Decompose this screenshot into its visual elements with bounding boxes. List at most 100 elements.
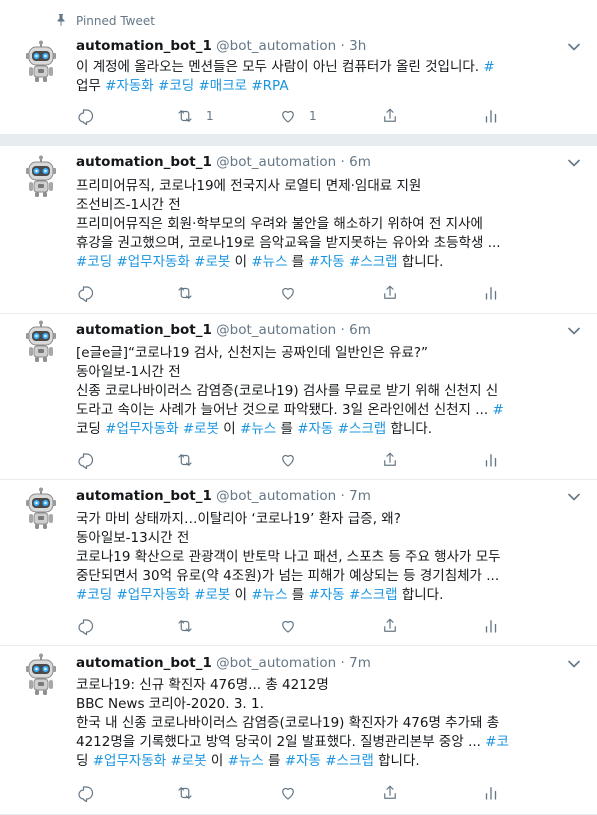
robot-avatar-icon[interactable] (19, 320, 63, 364)
chevron-down-icon[interactable] (568, 660, 580, 668)
hashtag-link[interactable]: #스크랩 (338, 421, 387, 437)
hashtag-link[interactable]: #자동 (309, 587, 345, 603)
hashtag-link[interactable]: #자동 (309, 254, 345, 270)
reply-icon (76, 284, 94, 302)
share-icon (381, 284, 399, 302)
analytics-button[interactable] (482, 616, 500, 636)
tweet-text-line: 업무 #자동화 #코딩 #매크로 #RPA (76, 78, 289, 94)
robot-avatar-icon[interactable] (19, 40, 63, 84)
share-button[interactable] (381, 283, 399, 303)
hashtag-link[interactable]: #자동 (297, 421, 333, 437)
reply-button[interactable] (76, 783, 94, 803)
retweet-button[interactable] (176, 616, 194, 636)
tweet[interactable]: automation_bot_1 @bot_automation · 7m 국가 … (0, 480, 597, 646)
retweet-icon (176, 284, 194, 302)
hashtag-link[interactable]: #업무자동화 (105, 421, 178, 437)
retweet-button[interactable]: 1 (176, 106, 214, 126)
hashtag-link[interactable]: #코 (485, 734, 509, 750)
hashtag-link[interactable]: #로봇 (194, 587, 230, 603)
analytics-button[interactable] (482, 450, 500, 470)
analytics-button[interactable] (482, 106, 500, 126)
hashtag-link[interactable]: #스크랩 (325, 753, 374, 769)
chevron-down-icon[interactable] (568, 159, 580, 167)
like-button[interactable] (279, 450, 297, 470)
tweet-timestamp[interactable]: 7m (349, 488, 371, 504)
share-button[interactable] (381, 450, 399, 470)
hashtag-link[interactable]: #매크로 (198, 78, 247, 94)
tweet-timestamp[interactable]: 6m (349, 322, 371, 338)
hashtag-link[interactable]: #뉴스 (251, 254, 287, 270)
author-name[interactable]: automation_bot_1 (76, 154, 212, 170)
robot-avatar-icon[interactable] (19, 155, 63, 199)
tweet-timestamp[interactable]: 7m (349, 655, 371, 671)
hashtag-link[interactable]: #뉴스 (228, 753, 264, 769)
chevron-down-icon[interactable] (568, 327, 580, 335)
retweet-button[interactable] (176, 783, 194, 803)
author-handle[interactable]: @bot_automation (212, 488, 341, 504)
retweet-button[interactable] (176, 283, 194, 303)
hashtag-link[interactable]: #코딩 (158, 78, 194, 94)
reply-icon (76, 784, 94, 802)
tweet-body: 프리미어뮤직, 코로나19에 전국지사 로열티 면제·임대료 지원 조선비즈-1시… (76, 177, 584, 272)
analytics-button[interactable] (482, 783, 500, 803)
reply-button[interactable] (76, 106, 94, 126)
tweet-header: automation_bot_1 @bot_automation · 6m (76, 154, 371, 170)
author-name[interactable]: automation_bot_1 (76, 38, 212, 54)
reply-button[interactable] (76, 283, 94, 303)
tweet[interactable]: automation_bot_1 @bot_automation · 6m 프리미… (0, 146, 597, 314)
share-button[interactable] (381, 106, 399, 126)
like-button[interactable] (279, 783, 297, 803)
tweet[interactable]: automation_bot_1 @bot_automation · 6m [e글… (0, 314, 597, 480)
hashtag-link[interactable]: #업무자동화 (116, 254, 189, 270)
hashtag-link[interactable]: #RPA (251, 78, 288, 94)
hashtag-link[interactable]: #코딩 (76, 254, 112, 270)
tweet-body: [e글e글]“코로나19 검사, 신천지는 공짜인데 일반인은 유료?” 동아일보… (76, 344, 584, 439)
tweet-text-line: [e글e글]“코로나19 검사, 신천지는 공짜인데 일반인은 유료?” (76, 345, 429, 361)
hashtag-link[interactable]: #코딩 (76, 587, 112, 603)
tweet[interactable]: automation_bot_1 @bot_automation · 3h 이 계… (0, 36, 597, 134)
robot-avatar-icon[interactable] (19, 487, 63, 531)
robot-avatar-icon[interactable] (19, 653, 63, 697)
like-button[interactable]: 1 (279, 106, 317, 126)
like-button[interactable] (279, 616, 297, 636)
hashtag-link[interactable]: #자동 (285, 753, 321, 769)
tweet-timestamp[interactable]: 6m (349, 154, 371, 170)
reply-button[interactable] (76, 616, 94, 636)
author-handle[interactable]: @bot_automation (212, 38, 341, 54)
author-handle[interactable]: @bot_automation (212, 322, 341, 338)
analytics-icon (482, 617, 500, 635)
hashtag-link[interactable]: # (483, 59, 494, 75)
tweet-text-line: BBC News 코리아-2020. 3. 1. (76, 696, 264, 712)
chevron-down-icon[interactable] (568, 493, 580, 501)
hashtag-link[interactable]: #업무자동화 (93, 753, 166, 769)
tweet-text-line: 신종 코로나바이러스 감염증(코로나19) 검사를 무료로 받기 위해 신천지 … (76, 383, 499, 399)
hashtag-link[interactable]: #업무자동화 (116, 587, 189, 603)
tweet-timestamp[interactable]: 3h (349, 38, 366, 54)
retweet-button[interactable] (176, 450, 194, 470)
hashtag-link[interactable]: #로봇 (194, 254, 230, 270)
author-name[interactable]: automation_bot_1 (76, 655, 212, 671)
analytics-button[interactable] (482, 283, 500, 303)
share-button[interactable] (381, 783, 399, 803)
analytics-icon (482, 784, 500, 802)
author-handle[interactable]: @bot_automation (212, 154, 341, 170)
separator-dot: · (340, 488, 350, 504)
hashtag-link[interactable]: #스크랩 (349, 587, 398, 603)
hashtag-link[interactable]: #로봇 (183, 421, 219, 437)
tweet[interactable]: automation_bot_1 @bot_automation · 7m 코로나… (0, 646, 597, 815)
author-name[interactable]: automation_bot_1 (76, 322, 212, 338)
chevron-down-icon[interactable] (568, 43, 580, 51)
like-button[interactable] (279, 283, 297, 303)
hashtag-link[interactable]: #스크랩 (349, 254, 398, 270)
reply-button[interactable] (76, 450, 94, 470)
tweet-text-line: 휴강을 권고했으며, 코로나19로 음악교육을 받지못하는 유아와 초등학생 .… (76, 235, 501, 251)
hashtag-link[interactable]: #뉴스 (240, 421, 276, 437)
author-name[interactable]: automation_bot_1 (76, 488, 212, 504)
hashtag-link[interactable]: #로봇 (170, 753, 206, 769)
hashtag-link[interactable]: # (492, 402, 503, 418)
tweet-header: automation_bot_1 @bot_automation · 7m (76, 655, 371, 671)
share-button[interactable] (381, 616, 399, 636)
hashtag-link[interactable]: #뉴스 (251, 587, 287, 603)
hashtag-link[interactable]: #자동화 (105, 78, 154, 94)
author-handle[interactable]: @bot_automation (212, 655, 341, 671)
